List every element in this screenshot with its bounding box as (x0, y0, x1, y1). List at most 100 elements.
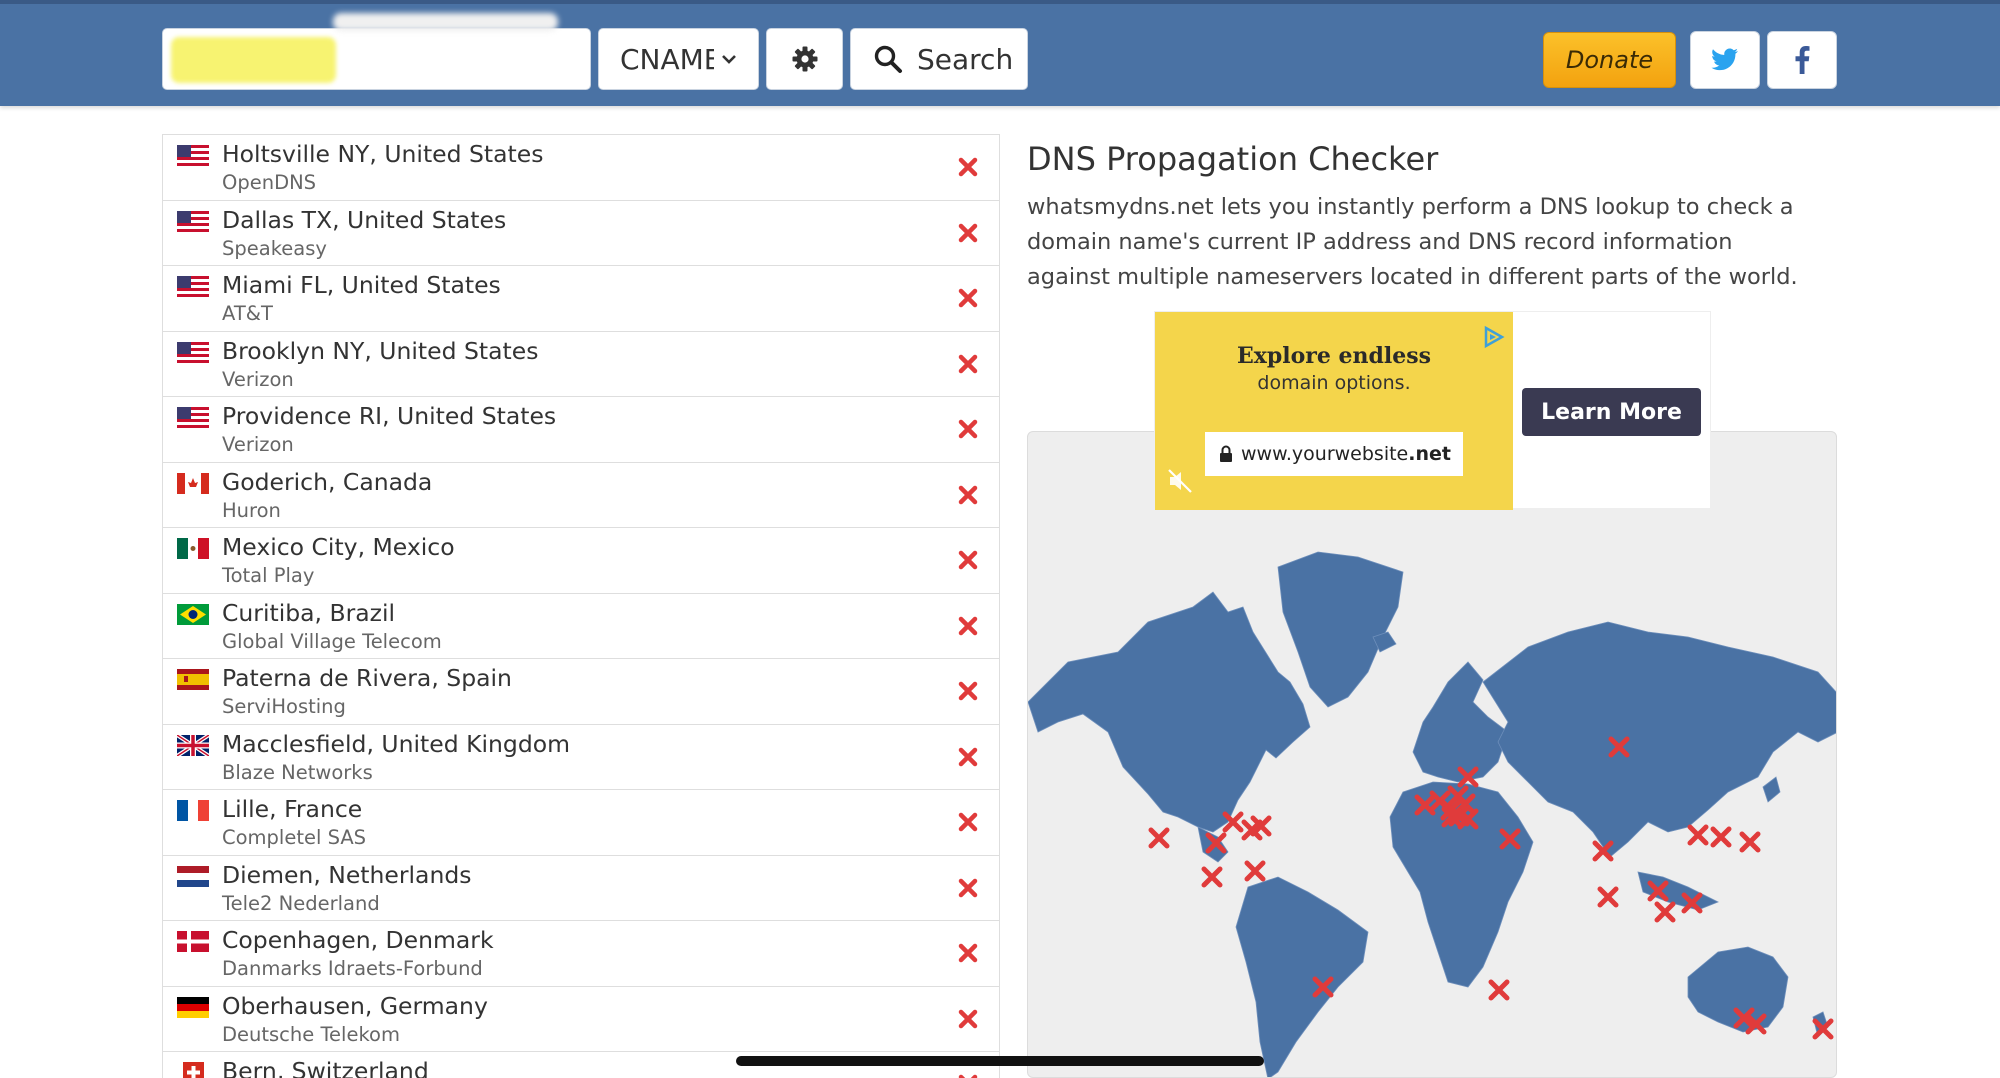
red-x-icon (958, 878, 978, 898)
result-provider: Global Village Telecom (222, 629, 442, 653)
result-provider: Huron (222, 498, 281, 522)
facebook-icon (1795, 46, 1810, 74)
result-location: Holtsville NY, United States (222, 140, 544, 168)
flag-us-icon (177, 210, 209, 232)
red-x-icon (958, 812, 978, 832)
result-location: Lille, France (222, 795, 363, 823)
map-fail-marker (1597, 886, 1619, 908)
flag-us-icon (177, 341, 209, 363)
result-location: Oberhausen, Germany (222, 991, 488, 1020)
flag-fr-icon (177, 800, 209, 821)
result-row[interactable]: Mexico City, Mexico Total Play (163, 528, 999, 594)
result-provider: Total Play (222, 564, 315, 587)
result-row[interactable]: Copenhagen, Denmark Danmarks Idraets-Forb… (163, 921, 999, 987)
ad-url-box: www.yourwebsite.net (1205, 432, 1463, 476)
red-x-icon (958, 616, 978, 636)
result-location: Macclesfield, United Kingdom (222, 729, 571, 758)
search-icon (874, 45, 902, 73)
red-x-icon (958, 157, 978, 177)
result-row[interactable]: Diemen, Netherlands Tele2 Nederland (163, 856, 999, 921)
flag-gb-icon (177, 734, 209, 756)
result-location: Miami FL, United States (222, 271, 501, 299)
flag-es-icon (177, 669, 209, 690)
result-location: Brooklyn NY, United States (222, 336, 539, 365)
result-row[interactable]: Lille, France Completel SAS (163, 790, 999, 856)
result-provider: ServiHosting (222, 695, 346, 718)
mute-icon[interactable] (1167, 468, 1193, 494)
result-row[interactable]: Curitiba, Brazil Global Village Telecom (163, 594, 999, 659)
result-location: Dallas TX, United States (222, 205, 507, 234)
map-fail-marker (1687, 824, 1709, 846)
red-x-icon (958, 681, 978, 701)
australia-shape (1687, 946, 1789, 1033)
twitter-button[interactable] (1690, 31, 1760, 89)
red-x-icon (958, 943, 978, 963)
result-provider: Tele2 Nederland (222, 891, 380, 915)
result-row[interactable]: Dallas TX, United States Speakeasy (163, 201, 999, 266)
ad-headline: Explore endless (1236, 343, 1432, 369)
red-x-icon (958, 550, 978, 570)
settings-button[interactable] (766, 28, 843, 90)
page-description: whatsmydns.net lets you instantly perfor… (1027, 194, 1798, 290)
red-x-icon (958, 419, 978, 439)
search-button-label: Search (917, 42, 1014, 76)
domain-input[interactable] (162, 13, 591, 90)
world-map-svg (1028, 551, 1836, 1077)
map-fail-marker (1654, 901, 1676, 923)
record-type-select[interactable]: CNAME (598, 28, 759, 90)
result-row[interactable]: Holtsville NY, United States OpenDNS (163, 135, 999, 201)
home-indicator (736, 1056, 1264, 1066)
result-row[interactable]: Macclesfield, United Kingdom Blaze Networ… (163, 725, 999, 790)
flag-us-icon (177, 145, 209, 166)
record-type-value: CNAME (620, 42, 714, 76)
map-fail-marker (1710, 826, 1732, 848)
red-x-icon (958, 1009, 978, 1029)
map-fail-marker (1244, 860, 1266, 882)
result-location: Curitiba, Brazil (222, 598, 396, 627)
search-button[interactable]: Search (850, 28, 1028, 90)
twitter-icon (1711, 48, 1738, 71)
result-location: Mexico City, Mexico (222, 533, 455, 561)
result-provider: Verizon (222, 367, 294, 391)
result-provider: Speakeasy (222, 236, 327, 260)
advertisement[interactable]: Explore endless domain options. www.your… (1154, 311, 1711, 510)
result-provider: Blaze Networks (222, 760, 373, 784)
results-list: Holtsville NY, United States OpenDNS Dalla… (162, 134, 1000, 1078)
red-x-icon (958, 1074, 978, 1078)
ad-choices-icon[interactable] (1482, 325, 1506, 349)
result-row[interactable]: Paterna de Rivera, Spain ServiHosting (163, 659, 999, 725)
red-x-icon (958, 223, 978, 243)
result-row[interactable]: Miami FL, United States AT&T (163, 266, 999, 332)
top-bar: CNAME Search Donate (0, 0, 2000, 106)
flag-ca-icon (177, 472, 209, 494)
ad-banner: Explore endless domain options. www.your… (1155, 312, 1513, 510)
facebook-button[interactable] (1767, 31, 1837, 89)
map-fail-marker (1201, 866, 1223, 888)
result-location: Goderich, Canada (222, 467, 433, 496)
flag-mx-icon (177, 538, 209, 559)
result-row[interactable]: Providence RI, United States Verizon (163, 397, 999, 463)
result-row[interactable]: Brooklyn NY, United States Verizon (163, 332, 999, 397)
page-title: DNS Propagation Checker (1027, 140, 1439, 178)
result-location: Providence RI, United States (222, 402, 557, 430)
result-location: Paterna de Rivera, Spain (222, 664, 512, 692)
red-x-icon (958, 354, 978, 374)
result-provider: Deutsche Telekom (222, 1022, 400, 1046)
result-row[interactable]: Oberhausen, Germany Deutsche Telekom (163, 987, 999, 1052)
result-provider: Completel SAS (222, 826, 367, 849)
map-fail-marker (1739, 831, 1761, 853)
gear-icon (792, 46, 817, 72)
red-x-icon (958, 485, 978, 505)
flag-us-icon (177, 407, 209, 428)
asia-shape (1482, 621, 1836, 858)
south-america-shape (1235, 876, 1369, 1077)
result-row[interactable]: Goderich, Canada Huron (163, 463, 999, 528)
map-fail-marker (1148, 827, 1170, 849)
donate-button[interactable]: Donate (1543, 32, 1676, 88)
flag-de-icon (177, 996, 209, 1018)
result-provider: OpenDNS (222, 171, 317, 194)
chevron-down-icon (722, 55, 736, 64)
flag-nl-icon (177, 865, 209, 887)
ad-learn-more-button[interactable]: Learn More (1522, 388, 1701, 436)
north-america-shape (1028, 591, 1311, 833)
